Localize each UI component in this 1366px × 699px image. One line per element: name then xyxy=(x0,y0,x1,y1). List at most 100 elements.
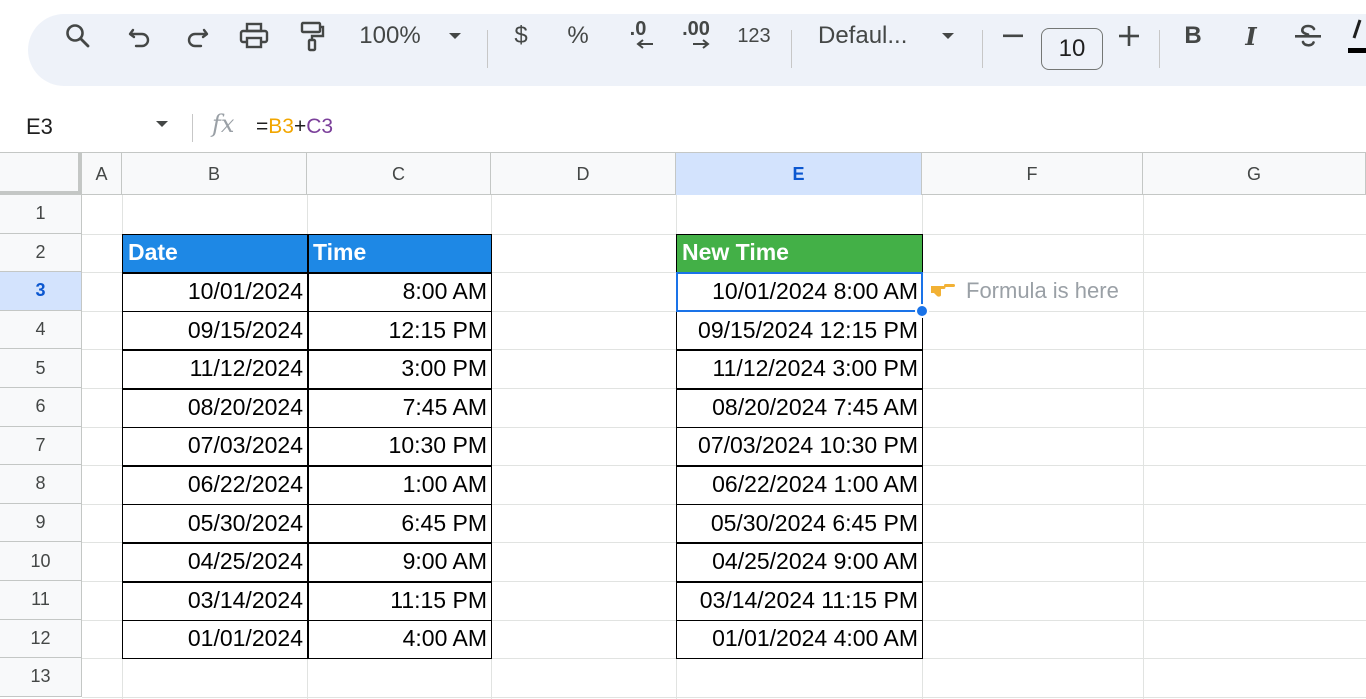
new-time-cell[interactable]: 03/14/2024 11:15 PM xyxy=(676,581,922,620)
decrease-decimal-label: .0 xyxy=(629,18,647,40)
name-box-dropdown-icon[interactable] xyxy=(154,116,170,134)
formula-ref-b3: B3 xyxy=(268,115,294,138)
formula-operator: + xyxy=(293,115,307,138)
undo-icon[interactable] xyxy=(124,0,156,72)
row-header-11[interactable]: 11 xyxy=(0,581,82,620)
date-cell[interactable]: 08/20/2024 xyxy=(122,388,307,427)
column-header-d[interactable]: D xyxy=(491,153,676,195)
arrow-left-icon xyxy=(636,39,653,49)
row-header-5[interactable]: 5 xyxy=(0,349,82,388)
time-cell[interactable]: 7:45 AM xyxy=(307,388,491,427)
formula-input[interactable]: =B3+C3 xyxy=(256,115,333,139)
date-cell[interactable]: 09/15/2024 xyxy=(122,311,307,350)
font-family-select[interactable]: Defaul... xyxy=(818,0,918,72)
time-cell[interactable]: 8:00 AM xyxy=(307,272,491,311)
column-header-e[interactable]: E xyxy=(676,153,922,195)
time-cell[interactable]: 10:30 PM xyxy=(307,427,491,466)
toolbar-area: 100% $ % .0 .00 123 Defaul... 10 B I xyxy=(0,0,1366,100)
row-header-12[interactable]: 12 xyxy=(0,619,82,659)
column-header-f[interactable]: F xyxy=(922,153,1143,195)
row-header-3[interactable]: 3 xyxy=(0,272,82,311)
zoom-select[interactable]: 100% xyxy=(354,0,426,72)
date-time-table-col-line xyxy=(307,233,309,659)
toolbar-divider xyxy=(982,30,983,68)
date-cell[interactable]: 01/01/2024 xyxy=(122,620,307,659)
column-header-b[interactable]: B xyxy=(122,153,307,195)
time-cell[interactable]: 11:15 PM xyxy=(307,581,491,620)
row-header-2[interactable]: 2 xyxy=(0,233,82,273)
font-size-input[interactable]: 10 xyxy=(1041,28,1103,70)
row-header-13[interactable]: 13 xyxy=(0,658,82,697)
percent-format-button[interactable]: % xyxy=(564,0,592,72)
column-header-g[interactable]: G xyxy=(1143,153,1366,195)
formula-bar: E3 fx =B3+C3 xyxy=(0,104,1366,148)
new-time-table-row-line xyxy=(676,272,922,274)
date-cell[interactable]: 06/22/2024 xyxy=(122,465,307,504)
increase-decimal-label: .00 xyxy=(682,18,710,40)
date-header-cell[interactable]: Date xyxy=(122,233,307,273)
new-time-table-row-line xyxy=(676,310,922,313)
new-time-cell[interactable]: 04/25/2024 9:00 AM xyxy=(676,542,922,581)
date-cell[interactable]: 04/25/2024 xyxy=(122,542,307,581)
column-header-row: ABCDEFG xyxy=(0,152,1366,195)
minus-icon xyxy=(1003,34,1023,38)
strikethrough-icon[interactable] xyxy=(1292,0,1324,72)
time-cell[interactable]: 3:00 PM xyxy=(307,349,491,388)
new-time-cell[interactable]: 10/01/2024 8:00 AM xyxy=(676,272,922,311)
bold-button[interactable]: B xyxy=(1180,0,1206,72)
italic-button[interactable]: I xyxy=(1238,0,1264,72)
row-header-9[interactable]: 9 xyxy=(0,503,82,543)
new-time-cell[interactable]: 01/01/2024 4:00 AM xyxy=(676,620,922,659)
row-header-6[interactable]: 6 xyxy=(0,388,82,427)
increase-decimal-button[interactable]: .00 xyxy=(676,0,716,72)
time-header-cell[interactable]: Time xyxy=(307,233,491,273)
row-header-8[interactable]: 8 xyxy=(0,465,82,504)
gridline-horizontal xyxy=(82,696,1366,698)
decrease-decimal-button[interactable]: .0 xyxy=(618,0,658,72)
select-all-corner[interactable] xyxy=(0,153,82,195)
fill-handle[interactable] xyxy=(915,303,929,318)
new-time-cell[interactable]: 06/22/2024 1:00 AM xyxy=(676,465,922,504)
row-header-7[interactable]: 7 xyxy=(0,426,82,466)
new-time-table-row-line xyxy=(676,619,922,622)
date-cell[interactable]: 11/12/2024 xyxy=(122,349,307,388)
new-time-cell[interactable]: 08/20/2024 7:45 AM xyxy=(676,388,922,427)
time-cell[interactable]: 9:00 AM xyxy=(307,542,491,581)
date-cell[interactable]: 10/01/2024 xyxy=(122,272,307,311)
time-cell[interactable]: 4:00 AM xyxy=(307,620,491,659)
row-header-10[interactable]: 10 xyxy=(0,542,82,581)
time-cell[interactable]: 6:45 PM xyxy=(307,504,491,543)
new-time-table-row-line xyxy=(676,388,922,390)
text-color-icon[interactable] xyxy=(1348,0,1366,72)
print-icon[interactable] xyxy=(236,0,272,72)
column-header-c[interactable]: C xyxy=(307,153,491,195)
date-cell[interactable]: 07/03/2024 xyxy=(122,427,307,466)
column-header-a[interactable]: A xyxy=(82,153,122,195)
date-cell[interactable]: 03/14/2024 xyxy=(122,581,307,620)
new-time-table-row-line xyxy=(676,426,922,429)
redo-icon[interactable] xyxy=(181,0,213,72)
currency-format-button[interactable]: $ xyxy=(508,0,534,72)
decrease-font-size-button[interactable] xyxy=(1000,0,1026,72)
search-icon[interactable] xyxy=(62,0,94,72)
time-cell[interactable]: 12:15 PM xyxy=(307,311,491,350)
new-time-header-cell[interactable]: New Time xyxy=(676,233,922,273)
new-time-cell[interactable]: 07/03/2024 10:30 PM xyxy=(676,427,922,466)
currency-label: $ xyxy=(514,22,528,49)
new-time-cell[interactable]: 11/12/2024 3:00 PM xyxy=(676,349,922,388)
new-time-cell[interactable]: 09/15/2024 12:15 PM xyxy=(676,311,922,350)
time-cell[interactable]: 1:00 AM xyxy=(307,465,491,504)
name-box[interactable]: E3 xyxy=(26,114,53,140)
toolbar-divider xyxy=(487,30,488,68)
row-header-4[interactable]: 4 xyxy=(0,310,82,350)
zoom-dropdown-icon[interactable] xyxy=(444,0,466,72)
date-cell[interactable]: 05/30/2024 xyxy=(122,504,307,543)
new-time-cell[interactable]: 05/30/2024 6:45 PM xyxy=(676,504,922,543)
new-time-table-row-line xyxy=(676,465,922,467)
more-formats-button[interactable]: 123 xyxy=(736,0,772,72)
increase-font-size-button[interactable] xyxy=(1116,0,1142,72)
pointing-hand-icon xyxy=(930,278,956,304)
row-header-1[interactable]: 1 xyxy=(0,195,82,234)
paint-format-icon[interactable] xyxy=(296,0,328,72)
font-dropdown-icon[interactable] xyxy=(937,0,959,72)
